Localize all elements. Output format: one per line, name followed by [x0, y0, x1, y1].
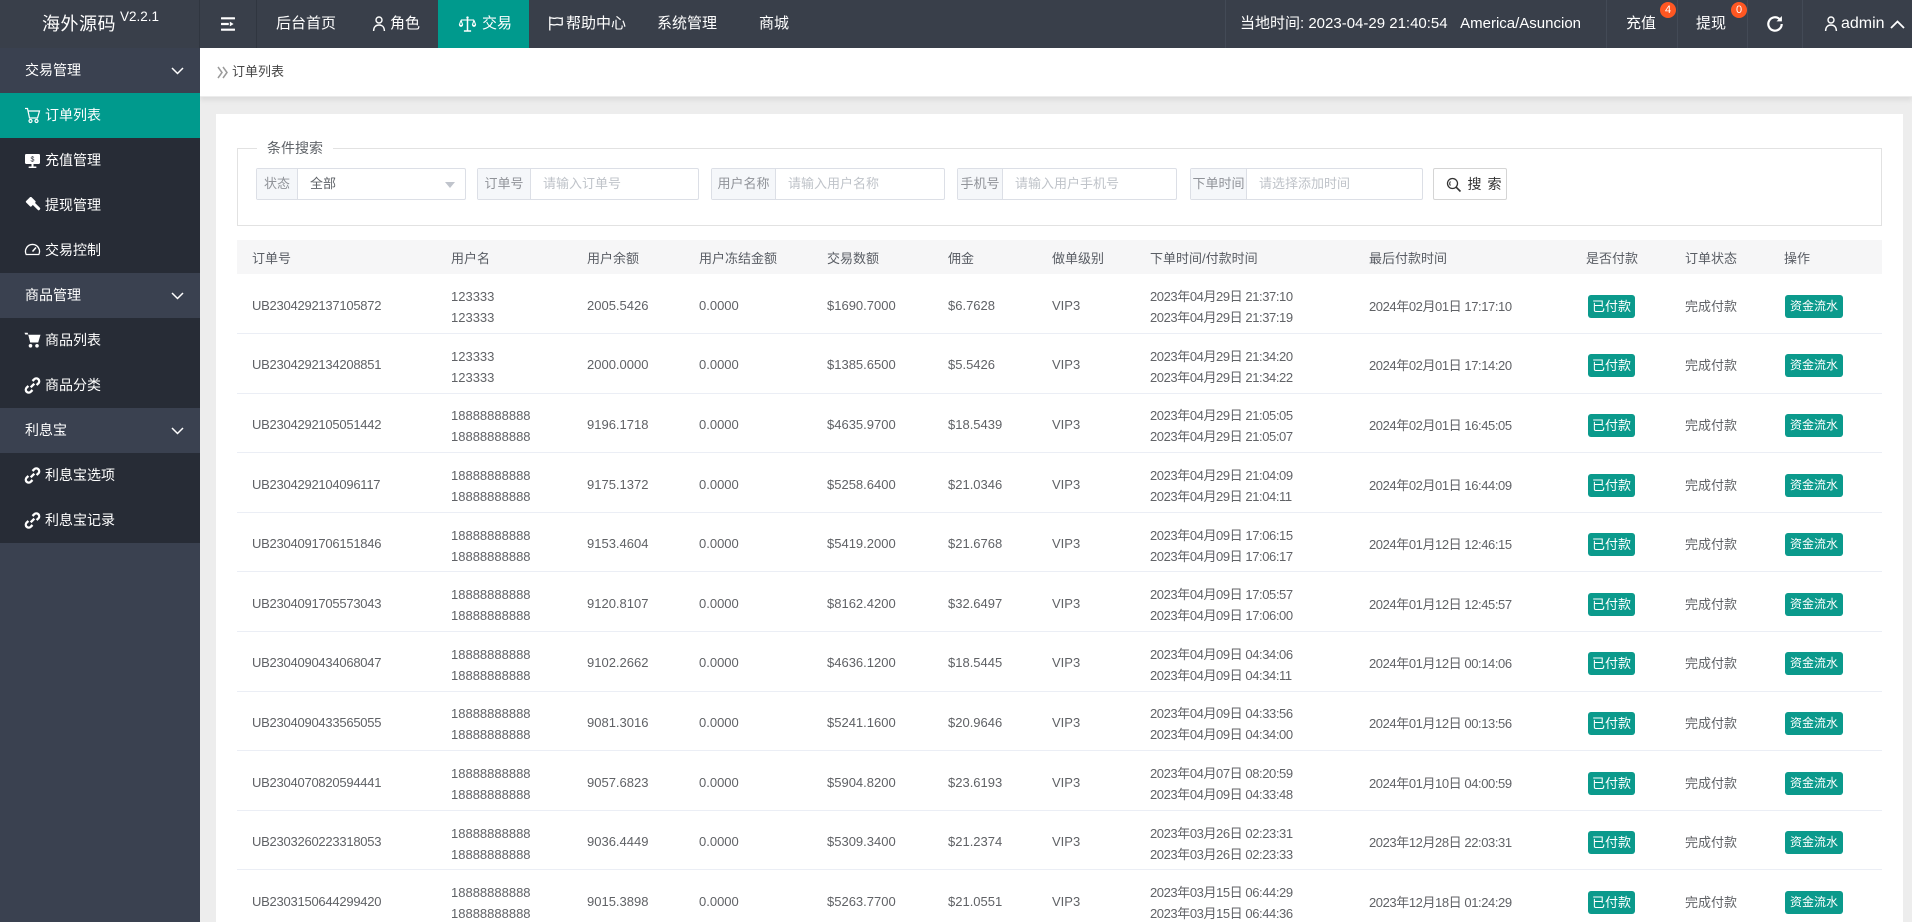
svg-text:$: $	[31, 157, 35, 164]
